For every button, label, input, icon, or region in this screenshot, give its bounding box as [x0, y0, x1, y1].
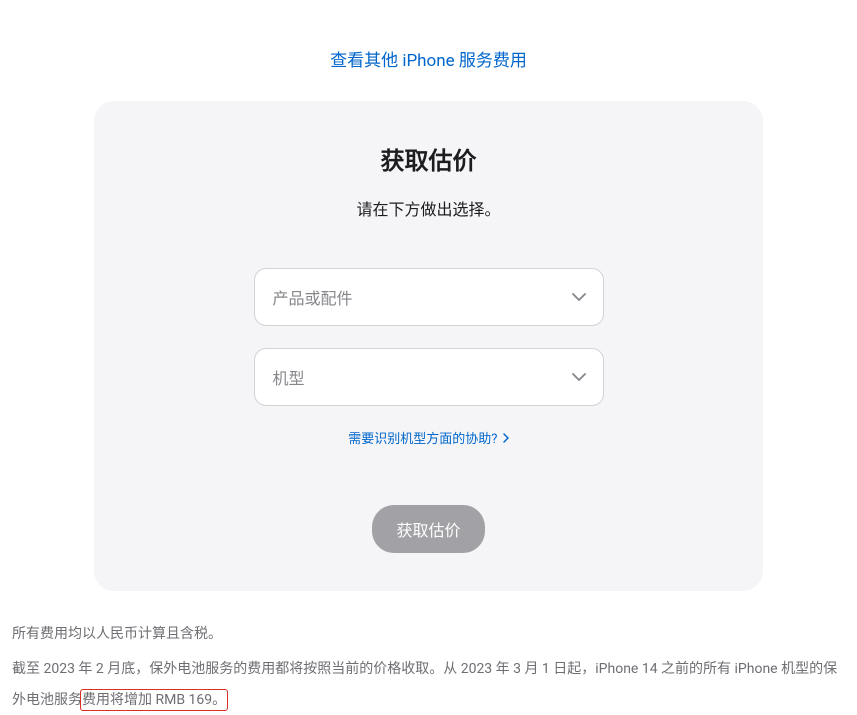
model-select-placeholder: 机型 — [273, 365, 305, 389]
product-select-placeholder: 产品或配件 — [273, 285, 353, 309]
product-select-wrapper: 产品或配件 — [254, 268, 604, 326]
estimate-card: 获取估价 请在下方做出选择。 产品或配件 机型 需要识别机型方面的协助? — [94, 101, 763, 591]
identify-model-help-link[interactable]: 需要识别机型方面的协助? — [348, 432, 508, 447]
highlighted-price-change: 费用将增加 RMB 169。 — [82, 692, 226, 708]
card-title: 获取估价 — [144, 141, 713, 176]
model-select-wrapper: 机型 — [254, 348, 604, 406]
get-estimate-button[interactable]: 获取估价 — [372, 505, 484, 553]
footer-line-2: 截至 2023 年 2 月底，保外电池服务的费用都将按照当前的价格收取。从 20… — [12, 654, 845, 715]
footer-disclaimer: 所有费用均以人民币计算且含税。 截至 2023 年 2 月底，保外电池服务的费用… — [10, 619, 847, 715]
chevron-right-icon — [503, 432, 509, 447]
help-link-wrapper: 需要识别机型方面的协助? — [144, 428, 713, 447]
model-select[interactable]: 机型 — [254, 348, 604, 406]
help-link-label: 需要识别机型方面的协助? — [348, 432, 497, 447]
footer-line-1: 所有费用均以人民币计算且含税。 — [12, 619, 845, 650]
card-subtitle: 请在下方做出选择。 — [144, 196, 713, 220]
view-other-fees-link[interactable]: 查看其他 iPhone 服务费用 — [330, 51, 527, 71]
product-select[interactable]: 产品或配件 — [254, 268, 604, 326]
view-other-fees-link-wrapper: 查看其他 iPhone 服务费用 — [10, 10, 847, 101]
